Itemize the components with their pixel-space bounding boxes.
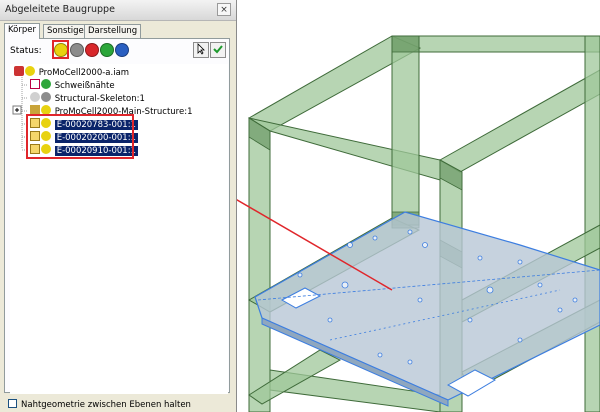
status-label: Status: <box>10 46 42 56</box>
body-status-icon <box>41 79 51 89</box>
dialog-title: Abgeleitete Baugruppe <box>5 4 115 15</box>
tree-item-label: Schweißnähte <box>54 81 115 91</box>
post-front-left <box>248 117 271 412</box>
top-rail-back <box>391 35 600 53</box>
assembly-icon <box>14 66 24 76</box>
tab-darstellung[interactable]: Darstellung <box>84 24 142 38</box>
weld-icon <box>30 79 40 89</box>
include-status-icon <box>25 66 35 76</box>
seam-geometry-checkbox[interactable] <box>8 399 17 408</box>
exclude-gray-icon[interactable] <box>70 43 84 57</box>
tree-item-label: Structural-Skeleton:1 <box>54 94 145 104</box>
select-cursor-button[interactable] <box>193 42 209 58</box>
derived-assembly-dialog: Abgeleitete Baugruppe × Körper Sonstiges… <box>0 0 237 412</box>
checkmark-icon <box>213 45 223 54</box>
close-icon: × <box>220 5 228 15</box>
selection-highlight-box <box>26 114 134 159</box>
tab-koerper[interactable]: Körper <box>4 23 40 39</box>
ok-button[interactable] <box>210 42 226 58</box>
post-back-right <box>584 35 600 412</box>
skeleton-part-icon <box>30 92 40 102</box>
surface-blue-icon[interactable] <box>115 43 129 57</box>
tree-item-label: ProMoCell2000-a.iam <box>38 68 130 78</box>
body-green-icon[interactable] <box>100 43 114 57</box>
checkbox-label: Nahtgeometrie zwischen Ebenen halten <box>21 400 191 410</box>
exclude-status-icon <box>41 92 51 102</box>
status-highlight-box <box>52 40 69 59</box>
close-button[interactable]: × <box>217 3 231 16</box>
cursor-icon <box>197 43 205 55</box>
seam-geometry-option[interactable]: Nahtgeometrie zwischen Ebenen halten <box>8 399 191 411</box>
tree-item-skeleton[interactable]: Structural-Skeleton:1 <box>30 92 145 105</box>
dialog-titlebar: Abgeleitete Baugruppe × <box>0 0 236 21</box>
tree-item-welds[interactable]: Schweißnähte <box>30 79 115 92</box>
exclude-red-icon[interactable] <box>85 43 99 57</box>
post-back-left <box>391 35 420 226</box>
top-rail-right <box>439 69 600 173</box>
tree-item-root[interactable]: ProMoCell2000-a.iam <box>14 66 129 79</box>
